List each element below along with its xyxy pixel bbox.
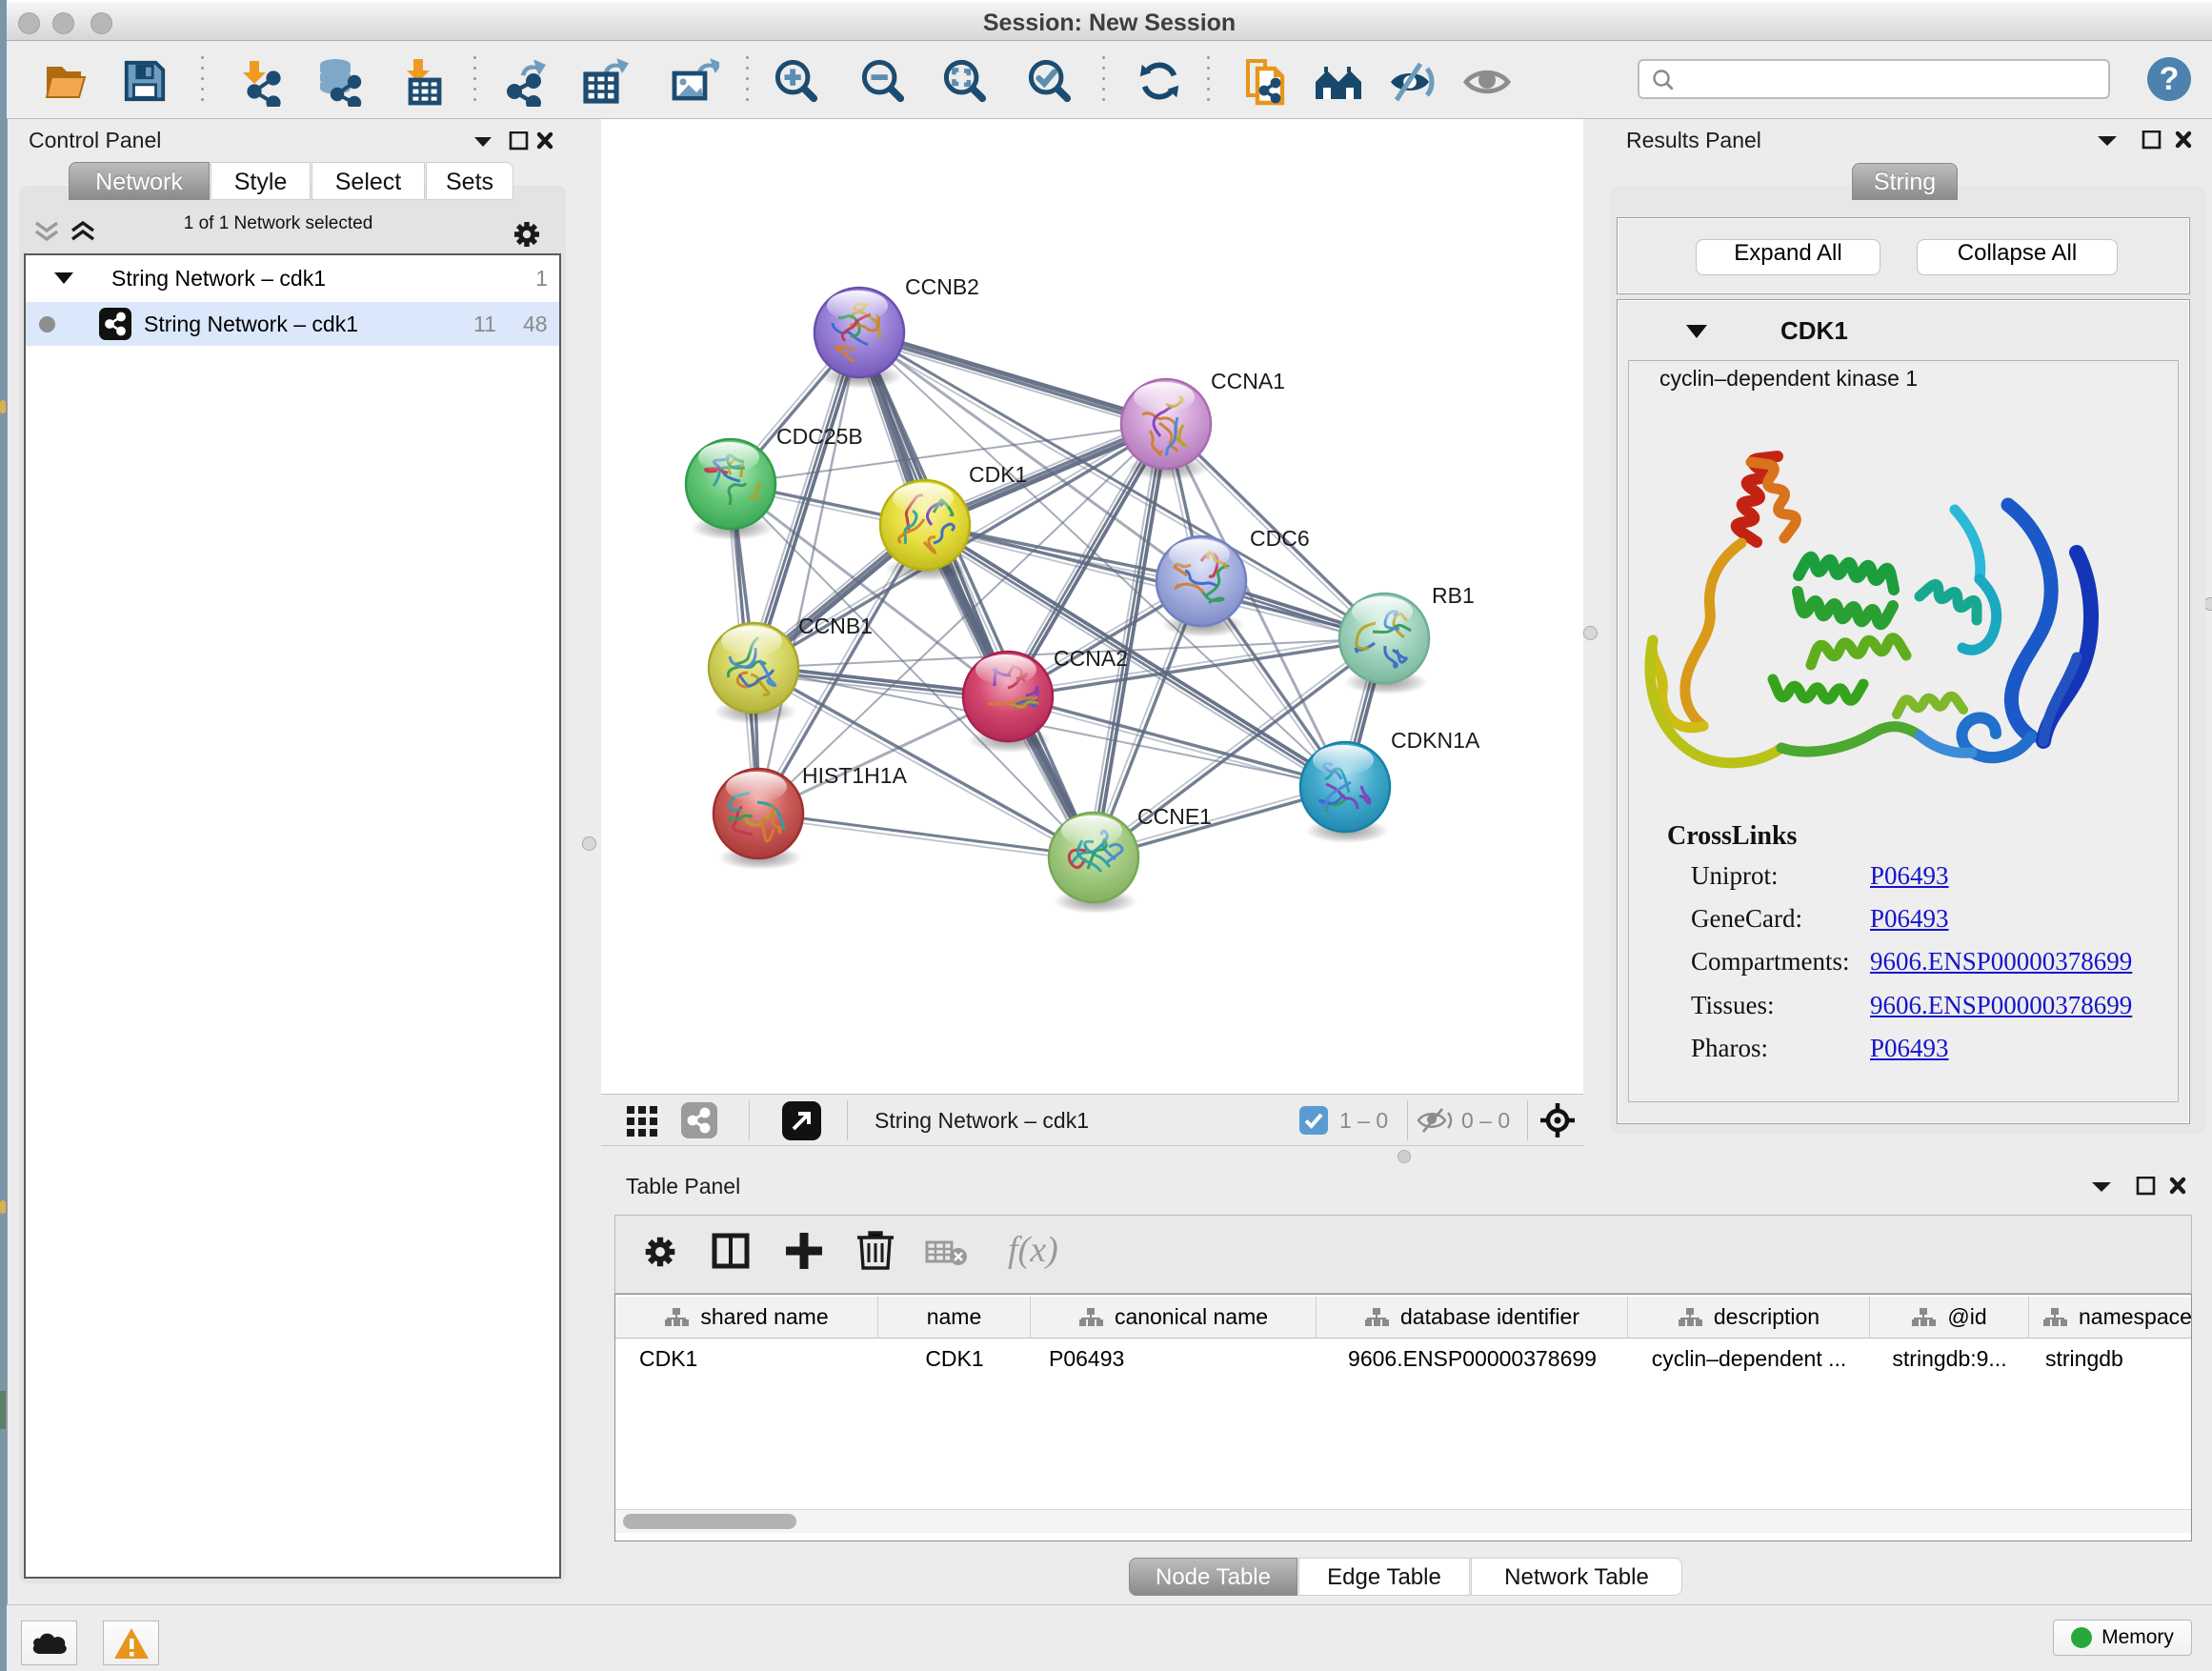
svg-text:CDC25B: CDC25B	[776, 424, 863, 449]
svg-text:HIST1H1A: HIST1H1A	[802, 763, 908, 788]
svg-text:CDKN1A: CDKN1A	[1391, 728, 1480, 753]
svg-text:CCNA1: CCNA1	[1211, 369, 1285, 393]
svg-text:CDK1: CDK1	[969, 462, 1027, 487]
svg-text:CDC6: CDC6	[1250, 526, 1310, 551]
svg-text:CCNB1: CCNB1	[798, 614, 873, 638]
svg-text:CCNE1: CCNE1	[1137, 804, 1212, 829]
svg-text:RB1: RB1	[1432, 583, 1475, 608]
svg-text:CCNA2: CCNA2	[1054, 646, 1128, 671]
svg-text:CCNB2: CCNB2	[905, 274, 979, 299]
